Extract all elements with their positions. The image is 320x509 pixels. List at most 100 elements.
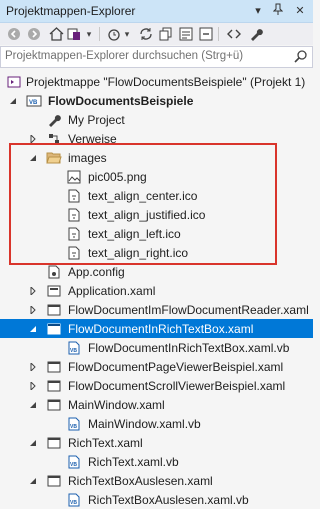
collapsed-arrow-icon[interactable] [28, 305, 38, 315]
tree-row-right-ico[interactable]: text_align_right.ico [0, 243, 313, 262]
tree-label: text_align_right.ico [88, 245, 189, 260]
expanded-arrow-icon[interactable] [8, 96, 18, 106]
tree-label: My Project [68, 112, 125, 127]
vb-file-icon: VB [66, 340, 82, 356]
tree-row-pic[interactable]: pic005.png [0, 167, 313, 186]
tree-label: FlowDocumentPageViewerBeispiel.xaml [68, 359, 284, 374]
xaml-file-icon [46, 283, 62, 299]
solution-icon [6, 74, 22, 90]
tree-label: RichTextBoxAuslesen.xaml.vb [88, 492, 249, 507]
window-file-icon [46, 473, 62, 489]
pin-icon[interactable] [270, 3, 286, 19]
collapsed-arrow-icon[interactable] [28, 381, 38, 391]
search-input[interactable] [5, 49, 285, 63]
ico-file-icon [66, 207, 82, 223]
tree-label: MainWindow.xaml.vb [88, 416, 201, 431]
dropdown-arrow-icon[interactable]: ▾ [250, 3, 266, 19]
svg-text:VB: VB [70, 462, 77, 468]
tree-row-richtextbox-xaml[interactable]: FlowDocumentInRichTextBox.xaml [0, 319, 313, 338]
tree-row-application-xaml[interactable]: Application.xaml [0, 281, 313, 300]
tree-label: Projektmappe "FlowDocumentsBeispiele" (P… [26, 74, 306, 89]
svg-text:VB: VB [70, 424, 77, 430]
tree-row-center-ico[interactable]: text_align_center.ico [0, 186, 313, 205]
tree-label: Verweise [68, 131, 117, 146]
back-icon[interactable] [6, 26, 22, 42]
tree-label: FlowDocumentImFlowDocumentReader.xaml [68, 302, 309, 317]
home-icon[interactable] [48, 26, 64, 42]
close-icon[interactable]: ✕ [292, 3, 308, 19]
tree-row-pageviewer-xaml[interactable]: FlowDocumentPageViewerBeispiel.xaml [0, 357, 313, 376]
copy-icon[interactable] [158, 26, 174, 42]
tree-row-app-config[interactable]: App.config [0, 262, 313, 281]
window-file-icon [46, 359, 62, 375]
collapse-all-icon[interactable] [198, 26, 214, 42]
tree-label: FlowDocumentInRichTextBox.xaml [68, 321, 254, 336]
ico-file-icon [66, 245, 82, 261]
tree-label: text_align_left.ico [88, 226, 181, 241]
ico-file-icon [66, 226, 82, 242]
window-title: Projektmappen-Explorer [6, 4, 136, 18]
forward-icon[interactable] [26, 26, 42, 42]
tree-row-richtext-vb[interactable]: VB RichText.xaml.vb [0, 452, 313, 471]
svg-text:VB: VB [29, 100, 38, 106]
tree-row-my-project[interactable]: My Project [0, 110, 313, 129]
expanded-arrow-icon[interactable] [28, 476, 38, 486]
tree-label: pic005.png [88, 169, 147, 184]
image-file-icon [66, 169, 82, 185]
expanded-arrow-icon[interactable] [28, 400, 38, 410]
pending-changes-dropdown-icon[interactable]: ▾ [122, 26, 132, 42]
expanded-arrow-icon[interactable] [28, 153, 38, 163]
svg-text:VB: VB [70, 348, 77, 354]
folder-open-icon [46, 150, 62, 166]
tree-row-project[interactable]: VB FlowDocumentsBeispiele [0, 91, 313, 110]
switch-views-icon[interactable] [66, 26, 82, 42]
tree-row-auslesen-xaml[interactable]: RichTextBoxAuslesen.xaml [0, 471, 313, 490]
tree-row-mainwindow-xaml[interactable]: MainWindow.xaml [0, 395, 313, 414]
tree-label: MainWindow.xaml [68, 397, 165, 412]
collapsed-arrow-icon[interactable] [28, 134, 38, 144]
expanded-arrow-icon[interactable] [28, 324, 38, 334]
tree-row-solution[interactable]: Projektmappe "FlowDocumentsBeispiele" (P… [0, 72, 313, 91]
config-file-icon [46, 264, 62, 280]
window-file-icon [46, 302, 62, 318]
tree-row-reader-xaml[interactable]: FlowDocumentImFlowDocumentReader.xaml [0, 300, 313, 319]
tree-label: text_align_center.ico [88, 188, 198, 203]
svg-text:VB: VB [70, 500, 77, 506]
sync-icon[interactable] [138, 26, 154, 42]
toolbar: ▾ ▾ [0, 23, 313, 45]
code-view-icon[interactable] [226, 26, 242, 42]
properties-wrench-icon[interactable] [248, 26, 264, 42]
title-bar: Projektmappen-Explorer ▾ ✕ [0, 0, 313, 23]
tree-row-verweise[interactable]: Verweise [0, 129, 313, 148]
tree-label: text_align_justified.ico [88, 207, 206, 222]
tree-row-scrollviewer-xaml[interactable]: FlowDocumentScrollViewerBeispiel.xaml [0, 376, 313, 395]
tree-label: RichText.xaml.vb [88, 454, 179, 469]
tree-row-richtext-xaml[interactable]: RichText.xaml [0, 433, 313, 452]
vb-file-icon: VB [66, 454, 82, 470]
pending-changes-icon[interactable] [106, 26, 122, 42]
tree-row-auslesen-vb[interactable]: VB RichTextBoxAuslesen.xaml.vb [0, 490, 313, 509]
tree-row-images-folder[interactable]: images [0, 148, 313, 167]
vb-file-icon: VB [66, 492, 82, 508]
switch-views-dropdown-icon[interactable]: ▾ [84, 26, 94, 42]
references-icon [46, 131, 62, 147]
collapsed-arrow-icon[interactable] [28, 286, 38, 296]
wrench-icon [46, 112, 62, 128]
tree-label: RichTextBoxAuslesen.xaml [68, 473, 213, 488]
search-box[interactable] [0, 46, 313, 68]
window-file-icon [46, 435, 62, 451]
tree-row-richtextbox-vb[interactable]: VB FlowDocumentInRichTextBox.xaml.vb [0, 338, 313, 357]
tree-label: FlowDocumentInRichTextBox.xaml.vb [88, 340, 290, 355]
expanded-arrow-icon[interactable] [28, 438, 38, 448]
tree-row-justified-ico[interactable]: text_align_justified.ico [0, 205, 313, 224]
collapsed-arrow-icon[interactable] [28, 362, 38, 372]
show-all-files-icon[interactable] [178, 26, 194, 42]
tree-label: App.config [68, 264, 125, 279]
window-file-icon [46, 321, 62, 337]
tree-row-mainwindow-vb[interactable]: VB MainWindow.xaml.vb [0, 414, 313, 433]
ico-file-icon [66, 188, 82, 204]
vb-project-icon: VB [26, 93, 42, 109]
window-file-icon [46, 397, 62, 413]
search-icon[interactable] [294, 49, 308, 63]
tree-row-left-ico[interactable]: text_align_left.ico [0, 224, 313, 243]
